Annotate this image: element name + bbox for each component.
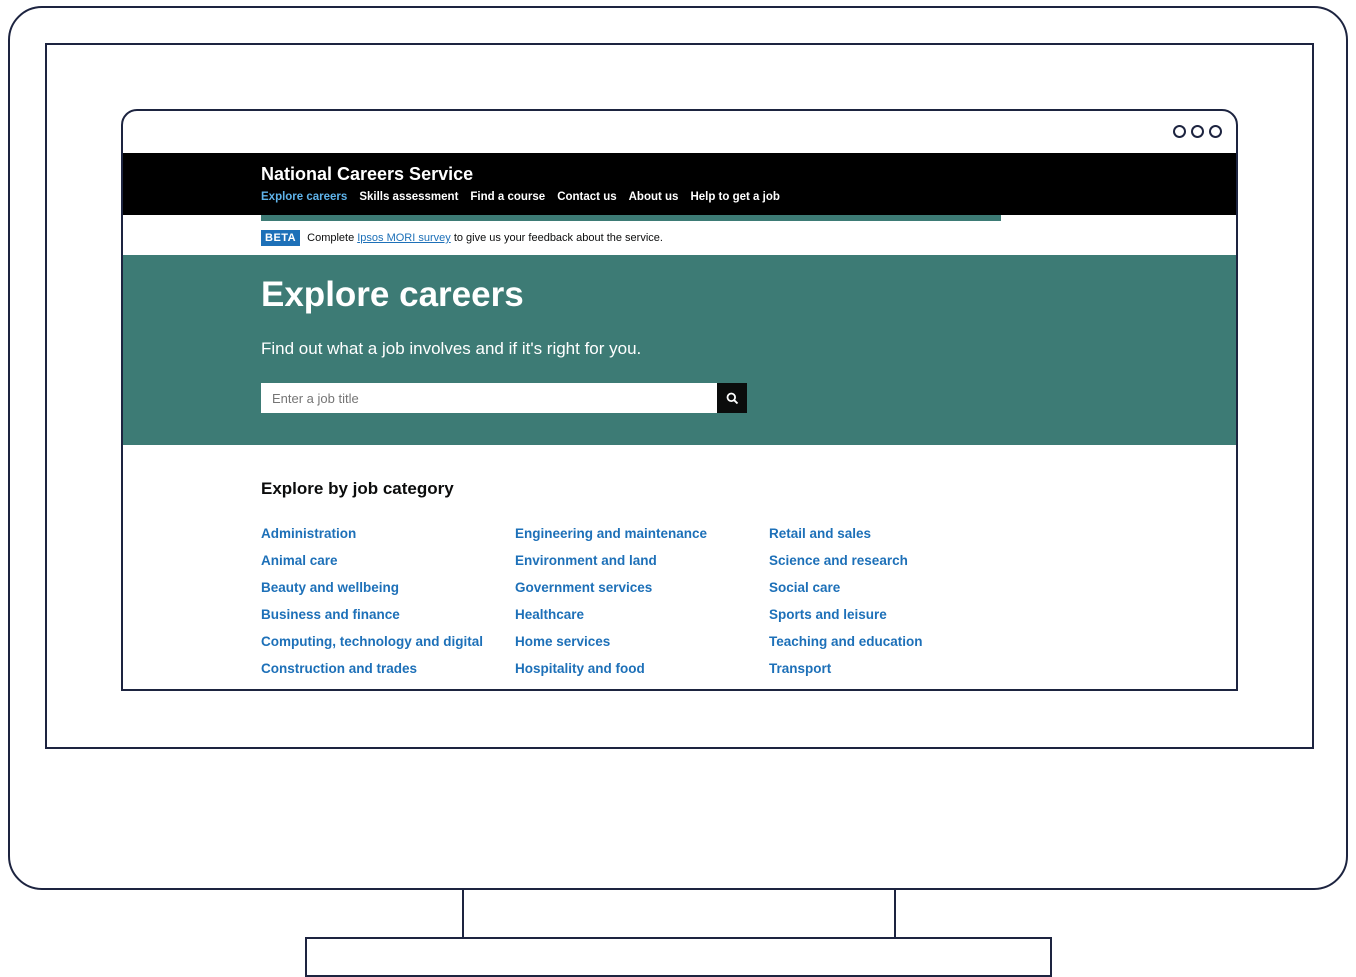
window-dot-icon[interactable]	[1173, 125, 1186, 138]
category-link[interactable]: Computing, technology and digital	[261, 628, 483, 655]
nav-about-us[interactable]: About us	[629, 191, 679, 203]
category-link[interactable]: Beauty and wellbeing	[261, 574, 483, 601]
nav-find-a-course[interactable]: Find a course	[470, 191, 545, 203]
category-link[interactable]: Travel and tourism	[769, 682, 923, 689]
category-link[interactable]: Retail and sales	[769, 520, 923, 547]
category-column-1: Administration Animal care Beauty and we…	[261, 520, 483, 689]
site-header: National Careers Service Explore careers…	[123, 153, 1236, 215]
category-link[interactable]: Hospitality and food	[515, 655, 707, 682]
job-title-search-input[interactable]	[261, 383, 717, 413]
category-link[interactable]: Government services	[515, 574, 707, 601]
category-link[interactable]: Home services	[515, 628, 707, 655]
category-link[interactable]: Transport	[769, 655, 923, 682]
beta-text-suffix: to give us your feedback about the servi…	[453, 232, 663, 244]
window-dot-icon[interactable]	[1209, 125, 1222, 138]
monitor-stand-base	[305, 937, 1052, 977]
category-column-2: Engineering and maintenance Environment …	[515, 520, 707, 689]
main-nav: Explore careers Skills assessment Find a…	[261, 191, 780, 203]
accent-bar	[261, 215, 1001, 221]
site-title[interactable]: National Careers Service	[261, 164, 473, 185]
job-search	[261, 383, 747, 413]
nav-skills-assessment[interactable]: Skills assessment	[359, 191, 458, 203]
category-link[interactable]: Engineering and maintenance	[515, 520, 707, 547]
category-link[interactable]: Environment and land	[515, 547, 707, 574]
categories-heading: Explore by job category	[261, 479, 454, 498]
category-link[interactable]: Social care	[769, 574, 923, 601]
survey-link[interactable]: Ipsos MORI survey	[357, 232, 451, 244]
window-dot-icon[interactable]	[1191, 125, 1204, 138]
hero-lead: Find out what a job involves and if it's…	[261, 339, 642, 358]
window-controls	[1173, 125, 1222, 138]
category-link[interactable]: Construction and trades	[261, 655, 483, 682]
nav-help-to-get-a-job[interactable]: Help to get a job	[690, 191, 779, 203]
search-button[interactable]	[717, 383, 747, 413]
category-link[interactable]: Teaching and education	[769, 628, 923, 655]
category-link[interactable]: Healthcare	[515, 601, 707, 628]
nav-contact-us[interactable]: Contact us	[557, 191, 616, 203]
hero-section: Explore careers Find out what a job invo…	[123, 255, 1236, 445]
category-link[interactable]: Animal care	[261, 547, 483, 574]
beta-tag: BETA	[261, 230, 301, 246]
job-categories-section: Explore by job category Administration A…	[123, 445, 1236, 689]
nav-explore-careers[interactable]: Explore careers	[261, 191, 347, 203]
page-title: Explore careers	[261, 275, 524, 314]
search-icon	[726, 392, 738, 404]
browser-window: National Careers Service Explore careers…	[121, 109, 1238, 691]
category-link[interactable]: Science and research	[769, 547, 923, 574]
category-link[interactable]: Administration	[261, 520, 483, 547]
category-link[interactable]: Sports and leisure	[769, 601, 923, 628]
browser-title-bar	[123, 111, 1236, 153]
beta-banner: BETA Complete Ipsos MORI survey to give …	[123, 215, 1236, 255]
category-link[interactable]: Law and legal	[515, 682, 707, 689]
category-column-3: Retail and sales Science and research So…	[769, 520, 923, 689]
category-link[interactable]: Business and finance	[261, 601, 483, 628]
category-link[interactable]: Creative and media	[261, 682, 483, 689]
monitor-stand-neck	[462, 889, 896, 939]
beta-text-prefix: Complete	[307, 232, 355, 244]
